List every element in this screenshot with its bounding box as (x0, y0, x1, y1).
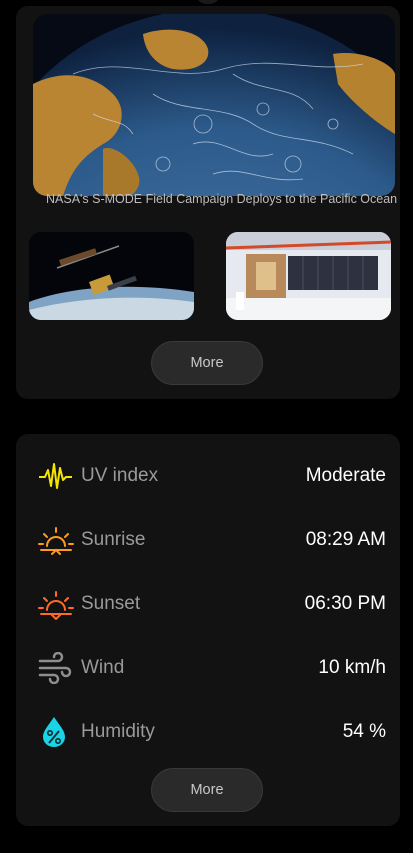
weather-more-button[interactable]: More (151, 768, 263, 812)
sunset-label: Sunset (81, 593, 141, 614)
hero-news-caption[interactable]: NASA's S-MODE Field Campaign Deploys to … (46, 191, 400, 207)
uv-pulse-icon (36, 460, 76, 492)
sunset-value: 06:30 PM (304, 593, 386, 614)
sunrise-value: 08:29 AM (305, 529, 386, 550)
wind-icon (36, 651, 76, 685)
news-more-button[interactable]: More (151, 341, 263, 385)
sunset-row[interactable]: Sunset 06:30 PM (16, 584, 400, 624)
sunrise-row[interactable]: Sunrise 08:29 AM (16, 520, 400, 560)
sunrise-label: Sunrise (81, 529, 146, 550)
hero-news-image[interactable] (33, 14, 395, 196)
humidity-row[interactable]: Humidity 54 % (16, 712, 400, 752)
uv-index-label: UV index (81, 465, 159, 486)
sunset-icon (36, 588, 76, 621)
news-card: NASA's S-MODE Field Campaign Deploys to … (16, 6, 400, 399)
sunrise-icon (36, 524, 76, 556)
weather-details-card: UV index Moderate Sunrise 08:29 AM Sunse… (16, 434, 400, 826)
news-thumbnail-cleanroom[interactable] (226, 232, 391, 320)
wind-value: 10 km/h (318, 657, 386, 678)
uv-index-value: Moderate (305, 465, 386, 486)
humidity-value: 54 % (342, 721, 386, 742)
wind-row[interactable]: Wind 10 km/h (16, 648, 400, 688)
wind-label: Wind (81, 657, 125, 678)
humidity-label: Humidity (81, 721, 155, 742)
humidity-drop-icon (36, 716, 76, 748)
news-thumbnail-satellite[interactable] (29, 232, 194, 320)
top-notch (197, 0, 219, 4)
uv-index-row[interactable]: UV index Moderate (16, 456, 400, 496)
